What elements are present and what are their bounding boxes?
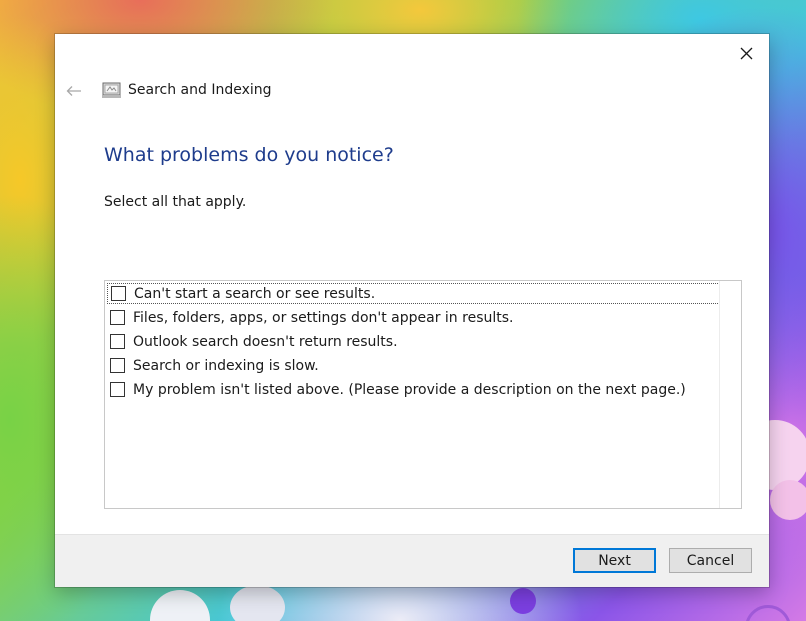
- search-indexing-icon: [102, 82, 121, 99]
- checkbox[interactable]: [110, 334, 125, 349]
- wallpaper-shape-pink-small: [770, 480, 806, 520]
- wallpaper-shape-white: [150, 590, 210, 621]
- checkbox[interactable]: [111, 286, 126, 301]
- next-button[interactable]: Next: [573, 548, 656, 573]
- checkbox[interactable]: [110, 310, 125, 325]
- app-title: Search and Indexing: [128, 82, 272, 98]
- option-not-listed[interactable]: My problem isn't listed above. (Please p…: [107, 379, 720, 400]
- option-indexing-slow[interactable]: Search or indexing is slow.: [107, 355, 720, 376]
- wallpaper-shape-heart: [230, 585, 285, 621]
- wallpaper-shape-ring: [745, 605, 791, 621]
- dialog-footer: Next Cancel: [55, 534, 769, 587]
- close-icon: [740, 47, 752, 59]
- option-cant-start-search[interactable]: Can't start a search or see results.: [107, 283, 720, 304]
- checkbox[interactable]: [110, 382, 125, 397]
- list-scrollbar[interactable]: [719, 281, 741, 508]
- back-button[interactable]: [61, 78, 87, 104]
- close-button[interactable]: [723, 34, 769, 72]
- page-heading: What problems do you notice?: [104, 144, 394, 166]
- option-outlook-search[interactable]: Outlook search doesn't return results.: [107, 331, 720, 352]
- wallpaper-shape-purple: [510, 588, 536, 614]
- option-label: Files, folders, apps, or settings don't …: [133, 309, 514, 326]
- troubleshooter-dialog: Search and Indexing What problems do you…: [55, 34, 769, 587]
- instruction-text: Select all that apply.: [104, 194, 247, 210]
- checkbox[interactable]: [110, 358, 125, 373]
- option-label: Can't start a search or see results.: [134, 285, 376, 302]
- option-label: Outlook search doesn't return results.: [133, 333, 398, 350]
- option-label: Search or indexing is slow.: [133, 357, 319, 374]
- back-arrow-icon: [66, 86, 81, 96]
- problem-options-list: Can't start a search or see results. Fil…: [104, 280, 742, 509]
- cancel-button[interactable]: Cancel: [669, 548, 752, 573]
- option-files-not-in-results[interactable]: Files, folders, apps, or settings don't …: [107, 307, 720, 328]
- option-label: My problem isn't listed above. (Please p…: [133, 381, 686, 398]
